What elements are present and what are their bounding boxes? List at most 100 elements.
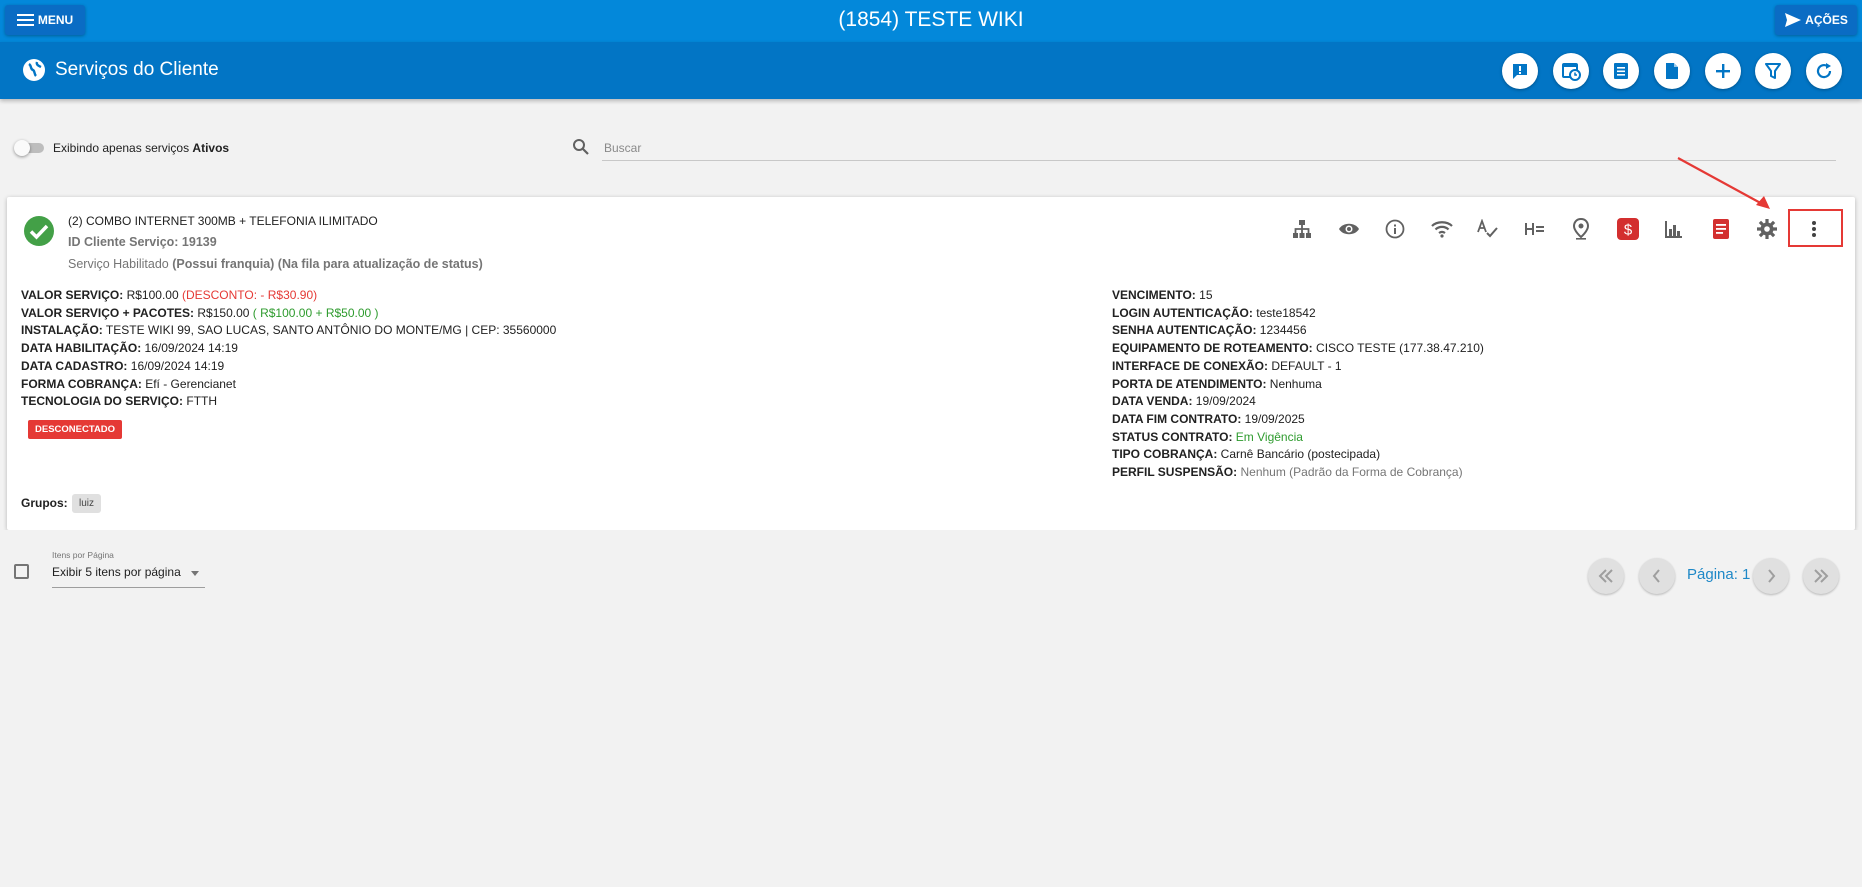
section-header: Serviços do Cliente — [0, 42, 1862, 99]
map-pin-icon — [1572, 218, 1590, 240]
h-equal-icon — [1525, 223, 1544, 235]
filter-row: Exibindo apenas serviços Ativos — [0, 130, 1862, 166]
spellcheck-icon — [1477, 219, 1498, 238]
list-icon — [1614, 63, 1628, 79]
previous-page-button[interactable] — [1639, 558, 1675, 594]
acoes-button[interactable]: AÇÕES — [1775, 5, 1857, 35]
chevron-down-icon — [191, 571, 199, 576]
h-equal-button[interactable] — [1520, 214, 1550, 244]
next-page-button[interactable] — [1753, 558, 1789, 594]
calendar-clock-button[interactable] — [1553, 53, 1589, 89]
receipt-button[interactable] — [1706, 214, 1736, 244]
wifi-icon — [1431, 221, 1453, 238]
info-row-status-contrato: STATUS CONTRATO: Em Vigência — [1112, 429, 1303, 444]
add-button[interactable] — [1705, 53, 1741, 89]
annotation-arrow — [1677, 157, 1770, 209]
spellcheck-button[interactable] — [1473, 214, 1503, 244]
pagination-bar: Itens por Página Exibir 5 itens por pági… — [0, 530, 1862, 624]
info-row-venda: DATA VENDA: 19/09/2024 — [1112, 394, 1256, 409]
send-icon — [1785, 13, 1802, 27]
info-row-senha: SENHA AUTENTICAÇÃO: 1234456 — [1112, 323, 1307, 338]
network-tree-button[interactable] — [1287, 214, 1317, 244]
gear-icon — [1757, 219, 1777, 239]
check-circle-icon — [24, 216, 54, 246]
view-button[interactable] — [1334, 214, 1364, 244]
page-title: Serviços do Cliente — [55, 59, 219, 80]
acoes-label: AÇÕES — [1805, 13, 1848, 27]
info-row-perfil: PERFIL SUSPENSÃO: Nenhum (Padrão da Form… — [1112, 465, 1463, 480]
eye-icon — [1339, 223, 1359, 235]
empty-area — [0, 622, 1862, 887]
chevron-right-icon — [1768, 569, 1776, 583]
document-button[interactable] — [1654, 53, 1690, 89]
alert-message-icon — [1513, 64, 1527, 79]
first-page-button[interactable] — [1588, 558, 1624, 594]
info-icon — [1385, 219, 1405, 239]
info-row-interface: INTERFACE DE CONEXÃO: DEFAULT - 1 — [1112, 358, 1342, 373]
settings-button[interactable] — [1752, 214, 1782, 244]
service-name: (2) COMBO INTERNET 300MB + TELEFONIA ILI… — [68, 214, 378, 228]
service-status-text: Serviço Habilitado — [68, 257, 169, 271]
info-button[interactable] — [1380, 214, 1410, 244]
double-chevron-right-icon — [1814, 569, 1829, 583]
highlight-box — [1788, 209, 1843, 247]
info-row-tipo-cobranca: TIPO COBRANÇA: Carnê Bancário (postecipa… — [1112, 447, 1381, 462]
calendar-clock-icon — [1562, 63, 1581, 81]
toggle-text: Exibindo apenas serviços — [53, 141, 190, 155]
items-per-page-value: Exibir 5 itens por página — [52, 565, 181, 579]
info-row-habilitacao: DATA HABILITAÇÃO: 16/09/2024 14:19 — [21, 341, 238, 356]
svg-text:$: $ — [1624, 222, 1633, 239]
top-bar: MENU (1854) TESTE WIKI AÇÕES — [0, 0, 1862, 42]
refresh-icon — [1816, 63, 1832, 79]
service-card: (2) COMBO INTERNET 300MB + TELEFONIA ILI… — [7, 197, 1855, 530]
toggle-bold: Ativos — [192, 141, 230, 155]
select-all-checkbox[interactable] — [14, 564, 29, 579]
info-row-cobranca: FORMA COBRANÇA: Efí - Gerencianet — [21, 376, 236, 391]
last-page-button[interactable] — [1803, 558, 1839, 594]
bar-chart-icon — [1665, 221, 1682, 238]
active-services-toggle[interactable] — [14, 140, 44, 156]
service-status-extra: (Possui franquia) (Na fila para atualiza… — [172, 257, 483, 271]
chart-button[interactable] — [1659, 214, 1689, 244]
info-row-porta: PORTA DE ATENDIMENTO: Nenhuma — [1112, 376, 1322, 391]
list-button[interactable] — [1603, 53, 1639, 89]
double-chevron-left-icon — [1598, 569, 1613, 583]
page-indicator: Página: 1 — [1687, 566, 1751, 583]
info-row-valor: VALOR SERVIÇO: R$100.00 (DESCONTO: - R$3… — [21, 288, 318, 302]
search-input[interactable] — [602, 136, 1836, 161]
plus-icon — [1716, 64, 1730, 78]
filter-button[interactable] — [1755, 53, 1791, 89]
search-icon — [573, 139, 589, 155]
alert-message-button[interactable] — [1502, 53, 1538, 89]
info-row-fim-contrato: DATA FIM CONTRATO: 19/09/2025 — [1112, 411, 1305, 426]
info-row-instalacao: INSTALAÇÃO: TESTE WIKI 99, SAO LUCAS, SA… — [21, 323, 557, 338]
receipt-icon — [1713, 219, 1729, 239]
client-title: (1854) TESTE WIKI — [838, 8, 1024, 31]
chevron-left-icon — [1652, 569, 1660, 583]
groups-label: Grupos: — [21, 496, 68, 510]
refresh-button[interactable] — [1806, 53, 1842, 89]
info-row-login: LOGIN AUTENTICAÇÃO: teste18542 — [1112, 305, 1316, 320]
document-icon — [1666, 63, 1678, 79]
service-status: Serviço Habilitado (Possui franquia) (Na… — [68, 257, 483, 271]
info-row-pacotes: VALOR SERVIÇO + PACOTES: R$150.00 ( R$10… — [21, 305, 379, 320]
info-row-cadastro: DATA CADASTRO: 16/09/2024 14:19 — [21, 358, 225, 373]
info-row-tecnologia: TECNOLOGIA DO SERVIÇO: FTTH — [21, 394, 218, 409]
info-row-equipamento: EQUIPAMENTO DE ROTEAMENTO: CISCO TESTE (… — [1112, 341, 1484, 356]
toggle-label: Exibindo apenas serviços Ativos — [53, 141, 229, 155]
network-tree-icon — [1293, 220, 1311, 238]
location-button[interactable] — [1566, 214, 1596, 244]
info-row-vencimento: VENCIMENTO: 15 — [1112, 288, 1213, 302]
dollar-icon: $ — [1617, 218, 1639, 240]
wifi-button[interactable] — [1427, 214, 1457, 244]
status-badge: DESCONECTADO — [28, 420, 123, 439]
items-per-page-label: Itens por Página — [52, 550, 114, 560]
service-info-right: VENCIMENTO: 15 LOGIN AUTENTICAÇÃO: teste… — [1112, 287, 1484, 482]
service-id: ID Cliente Serviço: 19139 — [68, 235, 217, 249]
filter-icon — [1765, 63, 1781, 79]
group-chip[interactable]: luiz — [72, 494, 102, 513]
items-per-page-select[interactable]: Exibir 5 itens por página — [52, 565, 205, 588]
service-info-left: VALOR SERVIÇO: R$100.00 (DESCONTO: - R$3… — [21, 287, 556, 411]
globe-icon — [23, 59, 45, 81]
billing-button[interactable]: $ — [1613, 214, 1643, 244]
